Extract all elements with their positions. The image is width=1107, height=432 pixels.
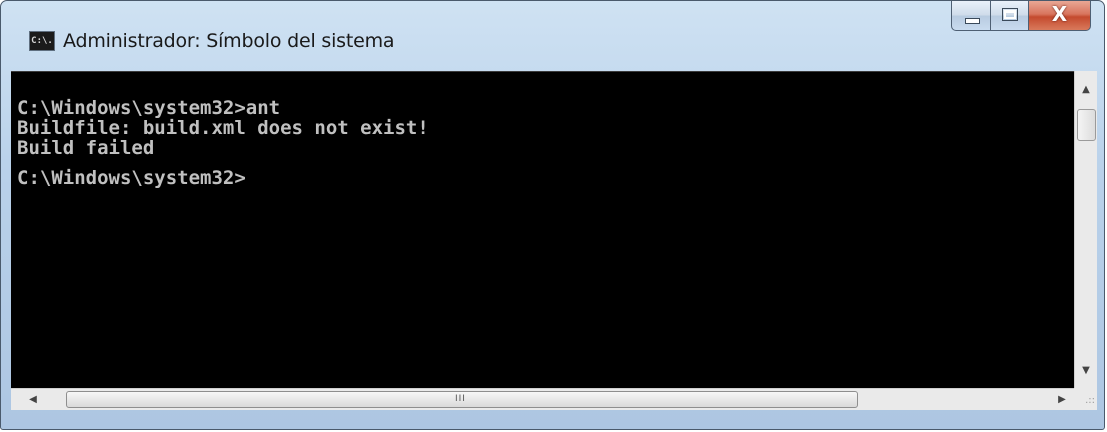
console-line: Build failed	[17, 137, 155, 159]
maximize-button[interactable]	[991, 1, 1029, 31]
console-prompt: C:\Windows\system32>	[17, 167, 246, 189]
console-line: Buildfile: build.xml does not exist!	[17, 117, 429, 139]
caption-buttons: X	[951, 1, 1091, 35]
vertical-scrollbar[interactable]: ▲ ▼	[1074, 71, 1097, 388]
console-line: C:\Windows\system32>ant	[17, 97, 281, 119]
title-bar[interactable]: C:\. Administrador: Símbolo del sistema …	[1, 1, 1104, 71]
console-output[interactable]: C:\Windows\system32>ant Buildfile: build…	[11, 71, 1074, 389]
scroll-up-icon[interactable]: ▲	[1075, 79, 1097, 101]
scroll-down-icon[interactable]: ▼	[1075, 360, 1097, 382]
vertical-scroll-thumb[interactable]	[1077, 109, 1096, 141]
scroll-left-icon[interactable]: ◀	[21, 389, 45, 410]
maximize-icon	[1002, 8, 1018, 21]
close-button[interactable]: X	[1029, 1, 1091, 31]
scroll-right-icon[interactable]: ▶	[1050, 389, 1074, 410]
window-title: Administrador: Símbolo del sistema	[63, 30, 395, 52]
close-icon: X	[1051, 2, 1068, 26]
cmd-icon[interactable]: C:\.	[29, 31, 55, 51]
resize-grip-icon[interactable]: .::	[1074, 388, 1097, 410]
minimize-icon	[965, 18, 980, 24]
thumb-grip-icon: III	[455, 394, 466, 404]
horizontal-scroll-thumb[interactable]: III	[66, 391, 858, 408]
minimize-button[interactable]	[951, 1, 991, 31]
horizontal-scrollbar[interactable]: ◀ III ▶	[11, 388, 1074, 410]
console-window: C:\. Administrador: Símbolo del sistema …	[0, 0, 1105, 430]
